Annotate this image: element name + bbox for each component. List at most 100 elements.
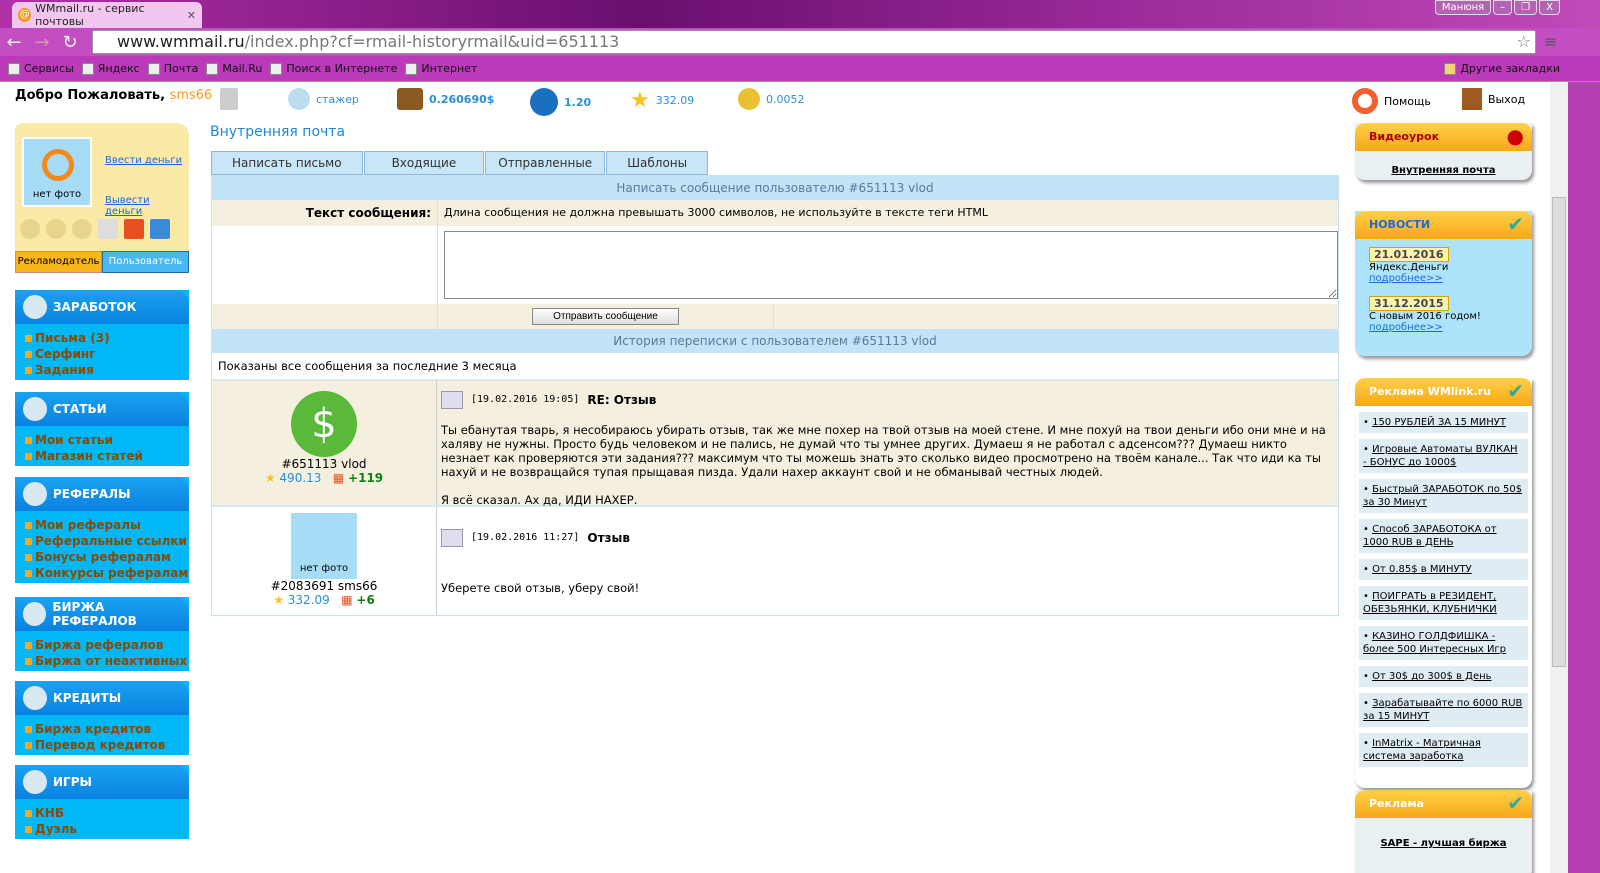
username[interactable]: sms66: [170, 88, 213, 103]
menu-item[interactable]: Письма (3): [15, 330, 189, 346]
menu-item[interactable]: Мои статьи: [15, 432, 189, 448]
status[interactable]: стажер: [288, 88, 359, 110]
ads2-title: Реклама: [1369, 797, 1424, 810]
tab-compose[interactable]: Написать письмо: [211, 151, 363, 175]
menu-section-header[interactable]: РЕФЕРАЛЫ: [15, 477, 189, 511]
video-title: Видеоурок: [1369, 130, 1440, 143]
bookmark-services[interactable]: Сервисы: [8, 62, 74, 75]
notepad-icon[interactable]: [98, 219, 118, 239]
welcome: Добро Пожаловать, sms66: [15, 88, 212, 103]
ad-link[interactable]: КАЗИНО ГОЛДФИШКА - более 500 Интересных …: [1363, 631, 1506, 655]
menu-item[interactable]: Биржа от неактивных: [15, 653, 189, 669]
tab-sent[interactable]: Отправленные: [485, 151, 606, 175]
menu-section-header[interactable]: ЗАРАБОТОК: [15, 290, 189, 324]
menu-item[interactable]: Бонусы рефералам: [15, 549, 189, 565]
browser-tab[interactable]: @ WMmail.ru - сервис почтовы ✕: [12, 2, 202, 28]
menu-section-header[interactable]: ИГРЫ: [15, 765, 189, 799]
menu-item[interactable]: Биржа рефералов: [15, 637, 189, 653]
ad-link[interactable]: От 30$ до 300$ в День: [1372, 671, 1491, 682]
url-path: /index.php?cf=rmail-historyrmail&uid=651…: [244, 32, 620, 51]
bricks-icon[interactable]: [124, 219, 144, 239]
menu-item[interactable]: Перевод кредитов: [15, 737, 189, 753]
ad-item: • От 30$ до 300$ в День: [1359, 666, 1528, 687]
sape-link[interactable]: SAPE - лучшая биржа: [1355, 838, 1532, 849]
menu-item-label: Серфинг: [35, 347, 96, 361]
credits-icon: [530, 88, 558, 116]
no-photo-label: нет фото: [299, 563, 349, 574]
profile-button[interactable]: Манюня: [1434, 0, 1492, 15]
forward-icon[interactable]: →: [28, 32, 56, 53]
other-bookmarks[interactable]: Другие закладки: [1444, 62, 1560, 75]
menu-item[interactable]: Мои рефералы: [15, 517, 189, 533]
search-icon: [270, 62, 283, 75]
role-advertiser-tab[interactable]: Рекламодатель: [15, 251, 102, 273]
ad-link[interactable]: Игровые Автоматы ВУЛКАН - БОНУС до 1000$: [1363, 444, 1518, 468]
sender-rating: 490.13: [279, 471, 322, 485]
video-link[interactable]: Внутренняя почта: [1355, 165, 1532, 176]
bookmark-search[interactable]: Поиск в Интернете: [270, 62, 397, 75]
ad-link[interactable]: Способ ЗАРАБОТОКА от 1000 RUB в ДЕНЬ: [1363, 524, 1497, 548]
menu-section-header[interactable]: БИРЖА РЕФЕРАЛОВ: [15, 597, 189, 631]
balance[interactable]: 0.260690$: [397, 88, 494, 110]
menu-item[interactable]: Магазин статей: [15, 448, 189, 464]
bookmark-mailru[interactable]: Mail.Ru: [206, 62, 262, 75]
bookmark-star-icon[interactable]: ☆: [1517, 31, 1531, 53]
menu-section-header[interactable]: СТАТЬИ: [15, 392, 189, 426]
reload-icon[interactable]: ↻: [56, 32, 84, 53]
back-icon[interactable]: ←: [0, 32, 28, 53]
rating[interactable]: ★ 332.09: [630, 88, 694, 113]
message-subject: RE: Отзыв: [587, 393, 657, 407]
bookmark-yandex[interactable]: Яндекс: [81, 62, 140, 75]
tab-templates[interactable]: Шаблоны: [606, 151, 709, 175]
ad-link[interactable]: Быстрый ЗАРАБОТОК по 50$ за 30 Минут: [1363, 484, 1522, 508]
news-more-link[interactable]: подробнее>>: [1369, 273, 1532, 284]
menu-item[interactable]: Реферальные ссылки: [15, 533, 189, 549]
scrollbar-thumb[interactable]: [1552, 197, 1566, 667]
chart-icon[interactable]: [150, 219, 170, 239]
chrome-menu-icon[interactable]: ≡: [1544, 32, 1557, 51]
message-textarea[interactable]: [443, 231, 1338, 299]
send-message-button[interactable]: Отправить сообщение: [532, 308, 679, 325]
sender-id[interactable]: #651113 vlod: [212, 457, 436, 471]
sender-bonus: +119: [348, 471, 384, 485]
restore-button[interactable]: ❐: [1514, 0, 1538, 15]
menu-item[interactable]: КНБ: [15, 805, 189, 821]
close-tab-icon[interactable]: ✕: [187, 9, 196, 22]
exit-link[interactable]: Выход: [1462, 88, 1525, 110]
deposit-link[interactable]: Ввести деньги: [105, 155, 182, 166]
help-link[interactable]: Помощь: [1352, 88, 1431, 114]
coins[interactable]: 0.0052: [738, 88, 805, 110]
ad-link[interactable]: Зарабатывайте по 6000 RUB за 15 МИНУТ: [1363, 698, 1522, 722]
credits[interactable]: 1.20: [530, 88, 591, 116]
ad-link[interactable]: От 0.85$ в МИНУТУ: [1372, 564, 1472, 575]
ad-link[interactable]: ПОИГРАТЬ в РЕЗИДЕНТ, ОБЕЗЬЯНКИ, КЛУБНИЧК…: [1363, 591, 1497, 615]
ad-link[interactable]: InMatrix - Матричная система заработка: [1363, 738, 1481, 762]
bookmark-internet[interactable]: Интернет: [405, 62, 477, 75]
page-scrollbar[interactable]: [1550, 82, 1568, 873]
sender-id[interactable]: #2083691 sms66: [212, 579, 436, 593]
tab-inbox[interactable]: Входящие: [363, 151, 485, 175]
role-user-tab[interactable]: Пользователь: [102, 251, 189, 273]
play-icon[interactable]: ●: [1507, 125, 1524, 147]
menu-item[interactable]: Серфинг: [15, 346, 189, 362]
avatar[interactable]: нет фото: [291, 513, 357, 579]
dollar-avatar[interactable]: $: [291, 391, 357, 457]
close-window-button[interactable]: X: [1539, 0, 1560, 15]
menu-item[interactable]: Конкурсы рефералам: [15, 565, 189, 581]
news-more-link[interactable]: подробнее>>: [1369, 322, 1532, 333]
withdraw-link[interactable]: Вывести деньги: [105, 195, 189, 217]
news-text: С новым 2016 годом!: [1369, 311, 1481, 322]
message-date: [19.02.2016 19:05]: [471, 394, 580, 405]
menu-item[interactable]: Дуэль: [15, 821, 189, 837]
section-icon: [23, 686, 47, 710]
scroll-icon[interactable]: [220, 88, 238, 110]
section-title: БИРЖА РЕФЕРАЛОВ: [52, 600, 137, 628]
avatar[interactable]: нет фото: [22, 137, 92, 207]
menu-item[interactable]: Задания: [15, 362, 189, 378]
menu-item[interactable]: Биржа кредитов: [15, 721, 189, 737]
minimize-button[interactable]: –: [1493, 0, 1513, 15]
menu-section-header[interactable]: КРЕДИТЫ: [15, 681, 189, 715]
bookmark-mail[interactable]: Почта: [147, 62, 198, 75]
ad-link[interactable]: 150 РУБЛЕЙ ЗА 15 МИНУТ: [1372, 417, 1506, 428]
url-input[interactable]: www.wmmail.ru/index.php?cf=rmail-history…: [92, 30, 1536, 54]
